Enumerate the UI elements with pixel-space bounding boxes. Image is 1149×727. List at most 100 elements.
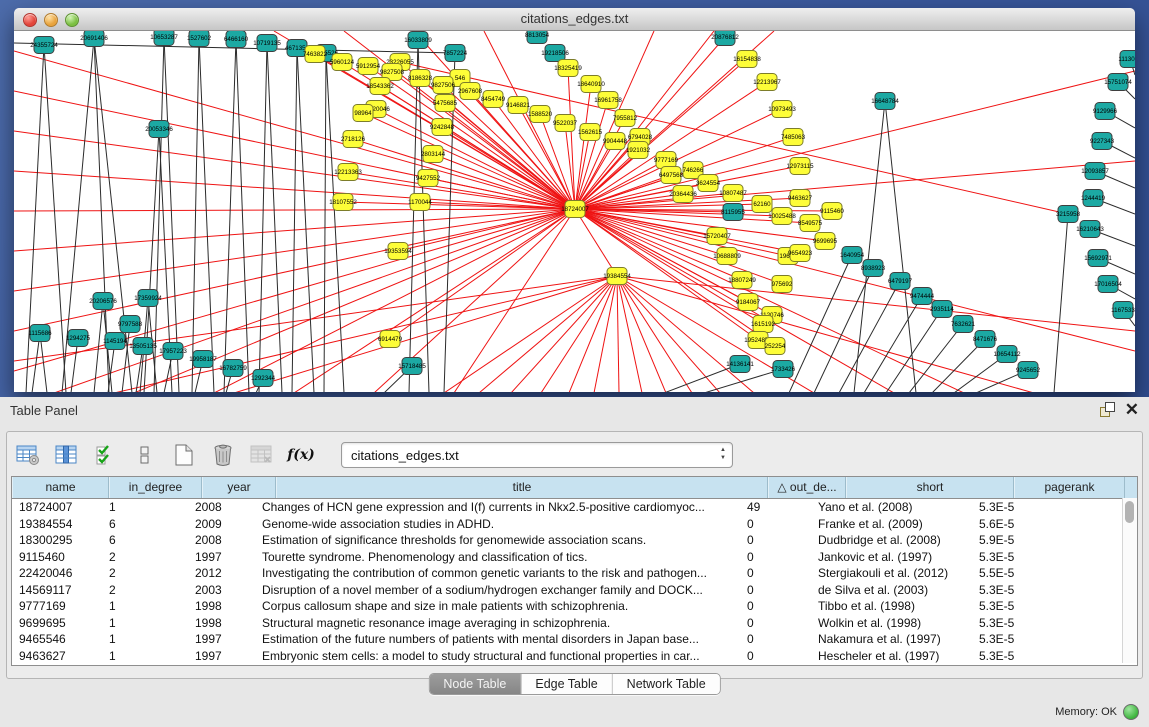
graph-edge[interactable] (54, 209, 575, 392)
graph-edge[interactable] (617, 276, 642, 392)
tab-network-table[interactable]: Network Table (613, 674, 720, 694)
table-cell: Jankovic et al. (1997) (811, 549, 972, 566)
graph-edge[interactable] (789, 255, 852, 392)
graph-node-label: 546 (455, 75, 466, 82)
table-vertical-scrollbar[interactable] (1122, 498, 1137, 663)
table-row[interactable]: 946362711997Embryonic stem cells: a mode… (12, 648, 1137, 665)
graph-edge[interactable] (617, 276, 754, 392)
network-window-titlebar[interactable]: citations_edges.txt (14, 8, 1135, 31)
table-row[interactable]: 1830029562008Estimation of significance … (12, 532, 1137, 549)
graph-edge[interactable] (909, 324, 963, 392)
graph-edge[interactable] (292, 48, 297, 392)
graph-node-label: 8186328 (408, 75, 433, 82)
graph-edge[interactable] (214, 209, 575, 392)
graph-node-label: 9227343 (1090, 138, 1115, 145)
table-cell: 5.3E-5 (972, 615, 1076, 632)
graph-edge[interactable] (479, 276, 617, 392)
graph-edge[interactable] (224, 39, 236, 392)
table-row[interactable]: 969969511998Structural magnetic resonanc… (12, 615, 1137, 632)
select-columns-icon[interactable] (93, 442, 119, 468)
graph-edge[interactable] (617, 276, 720, 392)
graph-edge[interactable] (617, 276, 619, 392)
column-header-in_degree[interactable]: in_degree (109, 477, 202, 498)
graph-edge[interactable] (617, 276, 1034, 392)
graph-node-label: 1170044 (408, 199, 432, 206)
graph-edge[interactable] (617, 276, 666, 392)
column-header-year[interactable]: year (202, 477, 276, 498)
graph-edge[interactable] (886, 309, 942, 392)
graph-edge[interactable] (390, 209, 575, 339)
table-cell: 1998 (188, 615, 255, 632)
graph-edge[interactable] (864, 296, 922, 392)
graph-node-label: 18807249 (728, 277, 756, 284)
graph-node-label: 9184067 (736, 299, 761, 306)
graph-node-label: 1588520 (528, 111, 553, 118)
graph-edge[interactable] (297, 48, 314, 392)
graph-node-label: 1615192 (751, 321, 776, 328)
graph-edge[interactable] (94, 301, 103, 392)
graph-node-label: 17359924 (134, 295, 162, 302)
graph-edge[interactable] (454, 209, 575, 392)
table-cell: 14569117 (12, 582, 102, 599)
graph-edge[interactable] (353, 139, 575, 209)
graph-node-label: 10653287 (150, 34, 178, 41)
table-selector[interactable]: citations_edges.txt ▲▼ (341, 442, 733, 468)
table-row[interactable]: 1938455462009Genome-wide association stu… (12, 516, 1137, 533)
graph-edge[interactable] (885, 101, 916, 392)
function-builder-icon[interactable]: f(x) (288, 442, 314, 468)
graph-edge[interactable] (575, 71, 1135, 209)
graph-node-label: 15718485 (398, 363, 426, 370)
graph-edge[interactable] (324, 53, 326, 392)
graph-edge[interactable] (444, 276, 617, 392)
table-row[interactable]: 911546021997Tourette syndrome. Phenomeno… (12, 549, 1137, 566)
tab-node-table[interactable]: Node Table (429, 674, 521, 694)
table-row[interactable]: 1456911722003Disruption of a novel membe… (12, 582, 1137, 599)
table-row[interactable]: 2242004622012Investigating the contribut… (12, 565, 1137, 582)
table-row[interactable]: 977716911998Corpus callosum shape and si… (12, 598, 1137, 615)
graph-edge[interactable] (575, 209, 964, 392)
table-cell: Estimation of significance thresholds fo… (255, 532, 740, 549)
graph-edge[interactable] (575, 31, 714, 209)
close-panel-icon[interactable]: ✕ (1125, 402, 1139, 417)
graph-edge[interactable] (114, 276, 617, 392)
graph-edge[interactable] (376, 109, 575, 209)
graph-edge[interactable] (569, 276, 617, 392)
table-mode-icon[interactable] (15, 442, 41, 468)
column-header-short[interactable]: short (846, 477, 1014, 498)
table-cell: 5.6E-5 (972, 516, 1076, 533)
graph-edge[interactable] (236, 39, 249, 392)
graph-edge[interactable] (839, 281, 900, 392)
graph-edge[interactable] (568, 68, 575, 209)
table-cell: 0 (740, 549, 811, 566)
graph-edge[interactable] (617, 276, 1135, 331)
delete-table-icon[interactable] (249, 442, 275, 468)
create-column-icon[interactable] (171, 442, 197, 468)
graph-edge[interactable] (154, 37, 164, 392)
graph-edge[interactable] (192, 38, 199, 392)
graph-node-label: 16961758 (594, 97, 622, 104)
column-header-pagerank[interactable]: pagerank (1014, 477, 1125, 498)
network-view[interactable]: 2435572420691406106532871527602646616010… (14, 31, 1135, 392)
row-options-icon[interactable] (132, 442, 158, 468)
column-header-name[interactable]: name (12, 477, 109, 498)
graph-node-label: 18107552 (329, 199, 357, 206)
graph-edge[interactable] (267, 43, 282, 392)
column-header-out_de[interactable]: △ out_de... (768, 477, 846, 498)
show-column-icon[interactable] (54, 442, 80, 468)
graph-edge[interactable] (664, 364, 740, 392)
table-cell: 6 (102, 516, 188, 533)
graph-edge[interactable] (511, 276, 617, 392)
column-header-title[interactable]: title (276, 477, 768, 498)
graph-edge[interactable] (409, 40, 418, 392)
graph-edge[interactable] (575, 100, 608, 209)
table-panel: Table Panel ✕ (0, 397, 1149, 727)
tab-edge-table[interactable]: Edge Table (521, 674, 612, 694)
table-row[interactable]: 1872400712008Changes of HCN gene express… (12, 499, 1137, 516)
graph-node-label: 2935114 (930, 306, 954, 313)
float-panel-icon[interactable] (1100, 402, 1115, 417)
graph-edge[interactable] (814, 268, 873, 392)
graph-edge[interactable] (1054, 214, 1068, 392)
table-row[interactable]: 946554611997Estimation of the future num… (12, 631, 1137, 648)
scrollbar-thumb[interactable] (1125, 501, 1134, 523)
delete-column-icon[interactable] (210, 442, 236, 468)
